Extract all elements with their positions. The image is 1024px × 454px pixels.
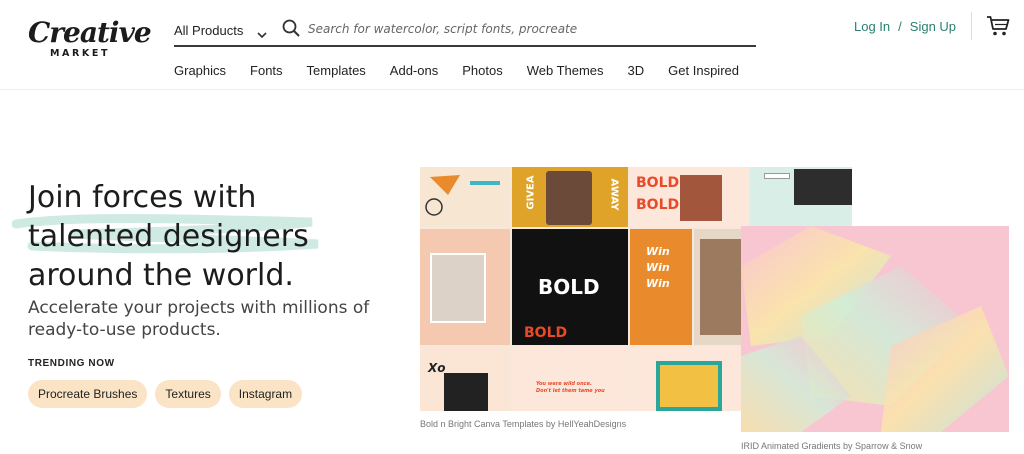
- nav-item-photos[interactable]: Photos: [462, 63, 502, 78]
- nav-item-web-themes[interactable]: Web Themes: [527, 63, 604, 78]
- template-tile-giveaway: GIVEA AWAY: [512, 167, 628, 227]
- product-category-select[interactable]: All Products: [174, 19, 267, 41]
- template-tile-portrait: [630, 347, 748, 411]
- trending-label: TRENDING NOW: [28, 358, 115, 369]
- template-tile-bold-grid: BOLD BOLD: [630, 167, 748, 227]
- win-text-2: Win: [646, 261, 670, 274]
- shoes-photo: [430, 253, 486, 323]
- chevron-down-icon: [257, 25, 267, 39]
- nav-item-graphics[interactable]: Graphics: [174, 63, 226, 78]
- giveaway-left-text: GIVEA: [525, 175, 537, 210]
- nav-item-templates[interactable]: Templates: [307, 63, 366, 78]
- trending-chip-textures[interactable]: Textures: [155, 380, 221, 408]
- gradient-preview-image[interactable]: [741, 226, 1009, 432]
- template-tile-win: Win Win Win: [630, 229, 692, 345]
- bold-text-2: BOLD: [636, 197, 680, 213]
- nav-item-get-inspired[interactable]: Get Inspired: [668, 63, 739, 78]
- template-tile-xo: [420, 167, 510, 227]
- xo-text: Xo: [428, 361, 446, 375]
- logo-wordmark: Creative: [28, 16, 152, 49]
- header-divider: [971, 12, 972, 40]
- auth-separator: /: [898, 19, 902, 34]
- win-text-3: Win: [646, 277, 670, 290]
- template-tile-bold-photo: BOLD BOLD: [512, 229, 628, 345]
- template-tile-way: Xo: [420, 347, 510, 411]
- giveaway-photo: [546, 171, 592, 225]
- nav-item-fonts[interactable]: Fonts: [250, 63, 283, 78]
- template-tile-shoes: [420, 229, 510, 345]
- trending-chip-instagram[interactable]: Instagram: [228, 380, 303, 408]
- caption-right: IRID Animated Gradients by Sparrow & Sno…: [741, 441, 923, 451]
- search-input[interactable]: [308, 16, 748, 42]
- giveaway-right-text: AWAY: [608, 178, 620, 211]
- way-photo: [444, 373, 488, 411]
- bold-photo: [680, 175, 722, 221]
- search-icon[interactable]: [282, 19, 300, 37]
- hero-subtitle: Accelerate your projects with millions o…: [28, 298, 370, 340]
- creative-market-logo[interactable]: Creative MARKET: [28, 16, 152, 62]
- logo-subtext: MARKET: [50, 48, 111, 59]
- bold-red-text: BOLD: [524, 325, 568, 341]
- fashion-photo: [700, 239, 742, 335]
- auth-links: Log In / Sign Up: [854, 19, 956, 34]
- cart-icon[interactable]: [986, 15, 1010, 37]
- site-header: Creative MARKET All Products Graphics Fo…: [0, 0, 1024, 90]
- bold-big-text: BOLD: [538, 275, 600, 299]
- wild-text: You were wild once. Don't let them tame …: [536, 381, 605, 394]
- product-select-label: All Products: [174, 22, 244, 38]
- template-tile-mint: [750, 167, 852, 227]
- search-bar: All Products: [174, 14, 756, 47]
- login-link[interactable]: Log In: [854, 19, 890, 34]
- template-tile-fashion: [694, 229, 748, 345]
- mint-photo: [794, 169, 852, 205]
- trending-chips: Procreate Brushes Textures Instagram: [28, 380, 310, 408]
- trending-chip-procreate-brushes[interactable]: Procreate Brushes: [28, 380, 148, 408]
- win-text-1: Win: [646, 245, 670, 258]
- category-nav: Graphics Fonts Templates Add-ons Photos …: [174, 63, 763, 78]
- caption-left: Bold n Bright Canva Templates by HellYea…: [420, 419, 627, 429]
- bold-text-1: BOLD: [636, 175, 680, 191]
- template-tile-wild: You were wild once. Don't let them tame …: [512, 347, 628, 411]
- hero-title: Join forces with talented designers arou…: [28, 180, 309, 293]
- portrait-frame: [656, 361, 722, 411]
- signup-link[interactable]: Sign Up: [910, 19, 956, 34]
- nav-item-3d[interactable]: 3D: [628, 63, 645, 78]
- mint-label: [764, 173, 790, 179]
- nav-item-add-ons[interactable]: Add-ons: [390, 63, 438, 78]
